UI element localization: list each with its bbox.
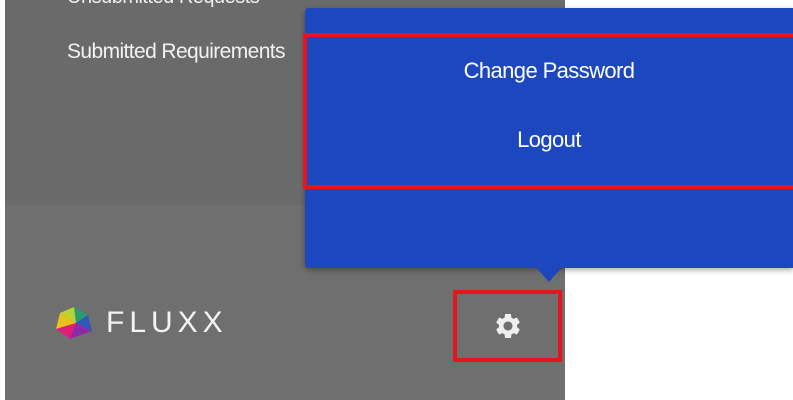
- fluxx-logo-mark-icon: [56, 307, 92, 339]
- fluxx-logo[interactable]: FLUXX: [52, 303, 228, 343]
- screen: Unsubmitted Requests Submitted Requireme…: [0, 0, 793, 400]
- logo-text: FLUXX: [106, 306, 228, 339]
- sidebar-item-submitted-requirements[interactable]: Submitted Requirements: [67, 40, 307, 64]
- gear-icon: [495, 314, 520, 338]
- settings-button[interactable]: [453, 290, 562, 362]
- user-menu-pointer: [535, 266, 563, 282]
- sidebar-item-partial[interactable]: Unsubmitted Requests: [67, 0, 260, 9]
- menu-items-highlight: [303, 33, 793, 189]
